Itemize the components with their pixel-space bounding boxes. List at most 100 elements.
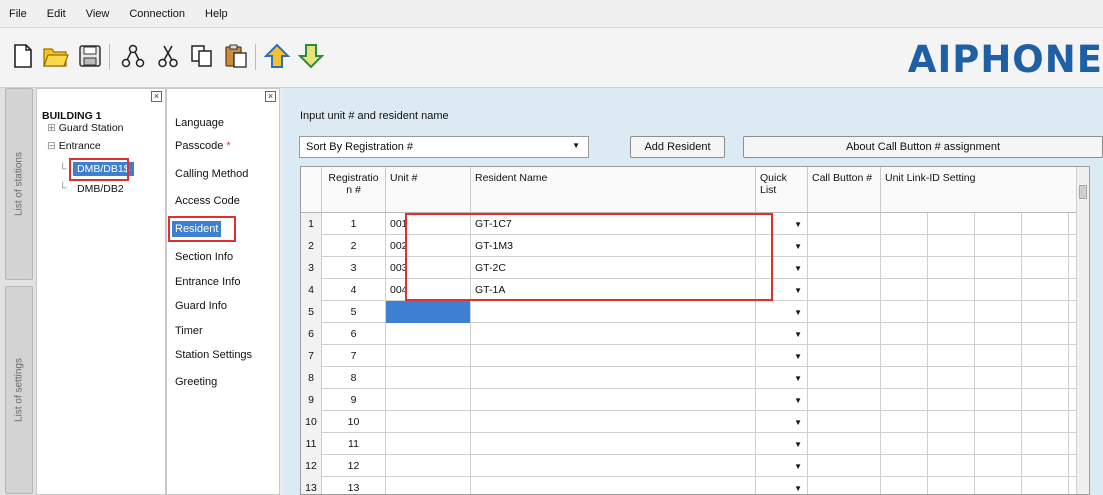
call-button-cell[interactable] (808, 213, 881, 235)
unit-link-id-cell[interactable] (1022, 323, 1069, 345)
unit-link-id-cell[interactable] (1022, 279, 1069, 301)
unit-link-id-cell[interactable] (928, 367, 975, 389)
quick-list-dropdown[interactable]: ▼ (756, 455, 808, 477)
unit-link-id-cell[interactable] (881, 367, 928, 389)
resident-name-cell[interactable] (471, 477, 756, 494)
unit-link-id-cell[interactable] (975, 433, 1022, 455)
unit-cell[interactable] (386, 455, 471, 477)
unit-link-id-cell[interactable] (975, 455, 1022, 477)
unit-cell[interactable] (386, 367, 471, 389)
unit-cell[interactable] (386, 301, 471, 323)
call-button-cell[interactable] (808, 279, 881, 301)
registration-cell[interactable]: 13 (322, 477, 386, 494)
registration-cell[interactable]: 6 (322, 323, 386, 345)
registration-cell[interactable]: 2 (322, 235, 386, 257)
unit-link-id-cell[interactable] (928, 455, 975, 477)
menu-file[interactable]: File (9, 8, 27, 20)
quick-list-dropdown[interactable]: ▼ (756, 213, 808, 235)
unit-link-id-cell[interactable] (881, 477, 928, 494)
tree-guard-station[interactable]: ⊞ Guard Station (47, 122, 124, 134)
table-row[interactable]: 2 2 002 GT-1M3 ▼ (301, 235, 1089, 257)
quick-list-dropdown[interactable]: ▼ (756, 433, 808, 455)
unit-link-id-cell[interactable] (881, 411, 928, 433)
header-registration[interactable]: Registratio n # (322, 167, 386, 213)
table-row[interactable]: 6 6 ▼ (301, 323, 1089, 345)
registration-cell[interactable]: 7 (322, 345, 386, 367)
resident-name-cell[interactable] (471, 323, 756, 345)
unit-link-id-cell[interactable] (881, 323, 928, 345)
unit-link-id-cell[interactable] (881, 279, 928, 301)
menu-connection[interactable]: Connection (129, 8, 185, 20)
unit-link-id-cell[interactable] (928, 279, 975, 301)
unit-link-id-cell[interactable] (1022, 257, 1069, 279)
unit-link-id-cell[interactable] (1022, 367, 1069, 389)
quick-list-dropdown[interactable]: ▼ (756, 323, 808, 345)
resident-name-cell[interactable] (471, 345, 756, 367)
quick-list-dropdown[interactable]: ▼ (756, 477, 808, 494)
unit-link-id-cell[interactable] (881, 213, 928, 235)
menu-edit[interactable]: Edit (47, 8, 66, 20)
table-row[interactable]: 1 1 001 GT-1C7 ▼ (301, 213, 1089, 235)
unit-link-id-cell[interactable] (975, 213, 1022, 235)
unit-link-id-cell[interactable] (1022, 301, 1069, 323)
tab-list-of-stations[interactable]: List of stations (5, 88, 33, 280)
unit-link-id-cell[interactable] (928, 411, 975, 433)
call-button-cell[interactable] (808, 323, 881, 345)
unit-link-id-cell[interactable] (928, 389, 975, 411)
sort-dropdown[interactable]: Sort By Registration # ▼ (299, 136, 589, 158)
unit-link-id-cell[interactable] (1022, 477, 1069, 494)
tree-entrance[interactable]: ⊟ Entrance (47, 140, 101, 152)
registration-cell[interactable]: 12 (322, 455, 386, 477)
call-button-cell[interactable] (808, 301, 881, 323)
resident-name-cell[interactable] (471, 433, 756, 455)
close-icon[interactable]: × (265, 91, 276, 102)
resident-name-cell[interactable] (471, 367, 756, 389)
unit-link-id-cell[interactable] (975, 257, 1022, 279)
resident-name-cell[interactable]: GT-1A (471, 279, 756, 301)
table-row[interactable]: 5 5 ▼ (301, 301, 1089, 323)
setting-section-info[interactable]: Section Info (175, 251, 233, 263)
menu-help[interactable]: Help (205, 8, 228, 20)
unit-link-id-cell[interactable] (1022, 411, 1069, 433)
unit-link-id-cell[interactable] (928, 213, 975, 235)
quick-list-dropdown[interactable]: ▼ (756, 389, 808, 411)
unit-link-id-cell[interactable] (975, 301, 1022, 323)
unit-cell[interactable] (386, 323, 471, 345)
unit-link-id-cell[interactable] (881, 433, 928, 455)
unit-link-id-cell[interactable] (1022, 433, 1069, 455)
call-button-cell[interactable] (808, 411, 881, 433)
cut-icon[interactable] (153, 41, 183, 71)
call-button-cell[interactable] (808, 257, 881, 279)
unit-link-id-cell[interactable] (881, 235, 928, 257)
unit-link-id-cell[interactable] (928, 433, 975, 455)
unit-cell[interactable] (386, 389, 471, 411)
call-button-cell[interactable] (808, 389, 881, 411)
unit-link-id-cell[interactable] (928, 235, 975, 257)
quick-list-dropdown[interactable]: ▼ (756, 301, 808, 323)
setting-access-code[interactable]: Access Code (175, 195, 240, 207)
unit-cell[interactable]: 004 (386, 279, 471, 301)
unit-link-id-cell[interactable] (928, 257, 975, 279)
setting-entrance-info[interactable]: Entrance Info (175, 276, 240, 288)
unit-link-id-cell[interactable] (928, 345, 975, 367)
new-file-icon[interactable] (8, 41, 38, 71)
open-folder-icon[interactable] (41, 41, 71, 71)
upload-icon[interactable] (262, 41, 292, 71)
unit-link-id-cell[interactable] (1022, 345, 1069, 367)
quick-list-dropdown[interactable]: ▼ (756, 411, 808, 433)
resident-name-cell[interactable] (471, 389, 756, 411)
call-button-cell[interactable] (808, 455, 881, 477)
call-button-cell[interactable] (808, 433, 881, 455)
unit-cell[interactable]: 003 (386, 257, 471, 279)
table-row[interactable]: 4 4 004 GT-1A ▼ (301, 279, 1089, 301)
setting-guard-info[interactable]: Guard Info (175, 300, 227, 312)
registration-cell[interactable]: 1 (322, 213, 386, 235)
download-icon[interactable] (296, 41, 326, 71)
tree-station[interactable]: DMB/DB2 (77, 183, 124, 195)
call-button-cell[interactable] (808, 235, 881, 257)
table-row[interactable]: 8 8 ▼ (301, 367, 1089, 389)
resident-name-cell[interactable] (471, 301, 756, 323)
table-row[interactable]: 13 13 ▼ (301, 477, 1089, 494)
scroll-thumb[interactable] (1079, 185, 1087, 199)
unit-link-id-cell[interactable] (881, 345, 928, 367)
